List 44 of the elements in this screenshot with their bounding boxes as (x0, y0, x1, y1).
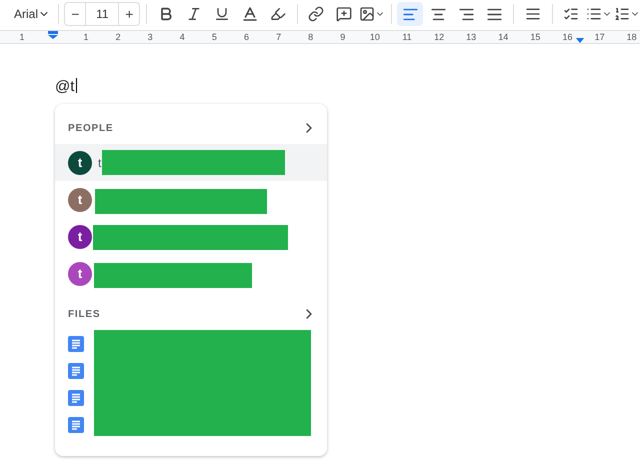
ruler-number: 5 (212, 31, 217, 43)
document-icon[interactable] (68, 417, 84, 433)
ruler-number: 6 (244, 31, 249, 43)
ruler-number: 18 (626, 31, 637, 43)
avatar: t (68, 262, 92, 286)
avatar: t (68, 224, 92, 248)
ruler-number: 9 (340, 31, 346, 43)
ruler-number: 8 (308, 31, 314, 43)
align-left-icon[interactable] (397, 2, 424, 26)
ruler-number: 11 (402, 31, 412, 43)
avatar: t (68, 188, 92, 212)
ruler-number: 3 (148, 31, 153, 43)
font-dropdown[interactable]: Arial (12, 2, 52, 26)
text-cursor (76, 78, 78, 93)
section-header: FILES (68, 308, 100, 320)
section-header: PEOPLE (68, 122, 114, 134)
ruler-number: 12 (434, 31, 444, 43)
indent-marker-icon[interactable] (48, 31, 58, 39)
increase-size-button[interactable]: + (119, 3, 140, 25)
person-item[interactable]: t (55, 181, 327, 218)
ruler-number: 17 (594, 31, 605, 43)
font-size-field[interactable]: 11 (85, 3, 120, 25)
ruler-number: 7 (276, 31, 282, 43)
ruler-number: 1 (84, 31, 88, 43)
avatar: t (68, 150, 92, 174)
ruler-number: 13 (466, 31, 476, 43)
font-size-control[interactable]: − 11 + (64, 2, 140, 26)
ruler-number: 1 (20, 31, 24, 43)
person-item[interactable]: t (55, 255, 327, 292)
document-icon[interactable] (68, 363, 84, 379)
ruler-number: 14 (498, 31, 508, 43)
ruler-number: 15 (530, 31, 540, 43)
ruler-number: 4 (180, 31, 185, 43)
person-item[interactable]: t (55, 218, 327, 255)
person-item[interactable]: t t (55, 144, 327, 181)
document-icon[interactable] (68, 390, 84, 406)
ruler-number: 2 (116, 31, 121, 43)
document-text: @t (55, 78, 74, 95)
document-icon[interactable] (68, 336, 84, 352)
ruler-number: 10 (370, 31, 380, 43)
right-indent-marker-icon[interactable] (575, 38, 585, 43)
decrease-size-button[interactable]: − (65, 3, 86, 25)
person-name: t (98, 156, 102, 170)
ruler-number: 16 (562, 31, 572, 43)
